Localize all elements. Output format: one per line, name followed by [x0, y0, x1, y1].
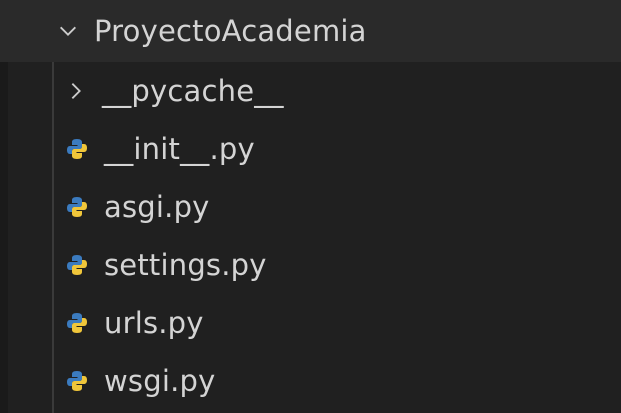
python-icon — [64, 136, 90, 162]
chevron-down-icon[interactable] — [56, 19, 80, 43]
file-label: asgi.py — [104, 190, 210, 224]
folder-row-proyectoacademia[interactable]: ProyectoAcademia — [0, 0, 621, 62]
file-explorer: ProyectoAcademia __pycache__ __init__.py… — [0, 0, 621, 413]
file-label: settings.py — [104, 248, 267, 282]
python-icon — [64, 368, 90, 394]
folder-row-pycache[interactable]: __pycache__ — [0, 62, 621, 120]
file-row-wsgi[interactable]: wsgi.py — [0, 352, 621, 410]
file-label: __init__.py — [104, 132, 255, 166]
file-row-init[interactable]: __init__.py — [0, 120, 621, 178]
python-icon — [64, 194, 90, 220]
file-label: wsgi.py — [104, 364, 216, 398]
file-row-asgi[interactable]: asgi.py — [0, 178, 621, 236]
chevron-right-icon[interactable] — [64, 79, 88, 103]
folder-label: ProyectoAcademia — [94, 14, 367, 48]
folder-label: __pycache__ — [102, 74, 284, 108]
file-row-settings[interactable]: settings.py — [0, 236, 621, 294]
file-row-urls[interactable]: urls.py — [0, 294, 621, 352]
python-icon — [64, 252, 90, 278]
python-icon — [64, 310, 90, 336]
file-label: urls.py — [104, 306, 204, 340]
